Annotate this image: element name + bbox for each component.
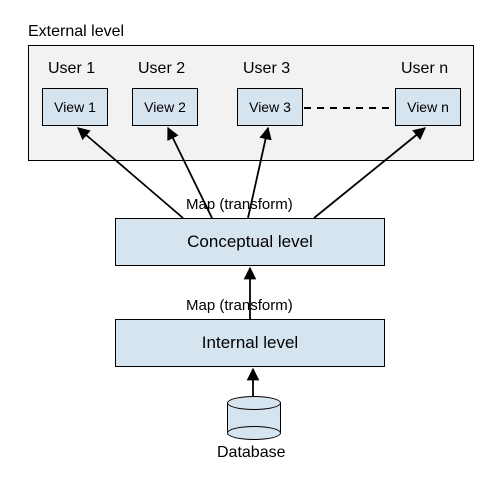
view-box-n: View n — [395, 88, 461, 126]
conceptual-level-label: Conceptual level — [187, 232, 313, 252]
view-label-1: View 1 — [54, 99, 96, 115]
mapping-label-2: Map (transform) — [186, 297, 293, 314]
database-label: Database — [217, 444, 286, 462]
user-label-n: User n — [401, 60, 448, 78]
user-label-3: User 3 — [243, 60, 290, 78]
mapping-label-1: Map (transform) — [186, 196, 293, 213]
user-label-2: User 2 — [138, 60, 185, 78]
diagram-stage: External level User 1 View 1 User 2 View… — [0, 0, 500, 500]
external-level-label: External level — [28, 23, 124, 41]
database-cylinder — [227, 396, 279, 438]
view-box-2: View 2 — [132, 88, 198, 126]
internal-level-box: Internal level — [115, 319, 385, 367]
view-box-1: View 1 — [42, 88, 108, 126]
internal-level-label: Internal level — [202, 333, 298, 353]
view-label-3: View 3 — [249, 99, 291, 115]
conceptual-level-box: Conceptual level — [115, 218, 385, 266]
view-label-2: View 2 — [144, 99, 186, 115]
user-label-1: User 1 — [48, 60, 95, 78]
view-label-n: View n — [407, 99, 449, 115]
view-box-3: View 3 — [237, 88, 303, 126]
